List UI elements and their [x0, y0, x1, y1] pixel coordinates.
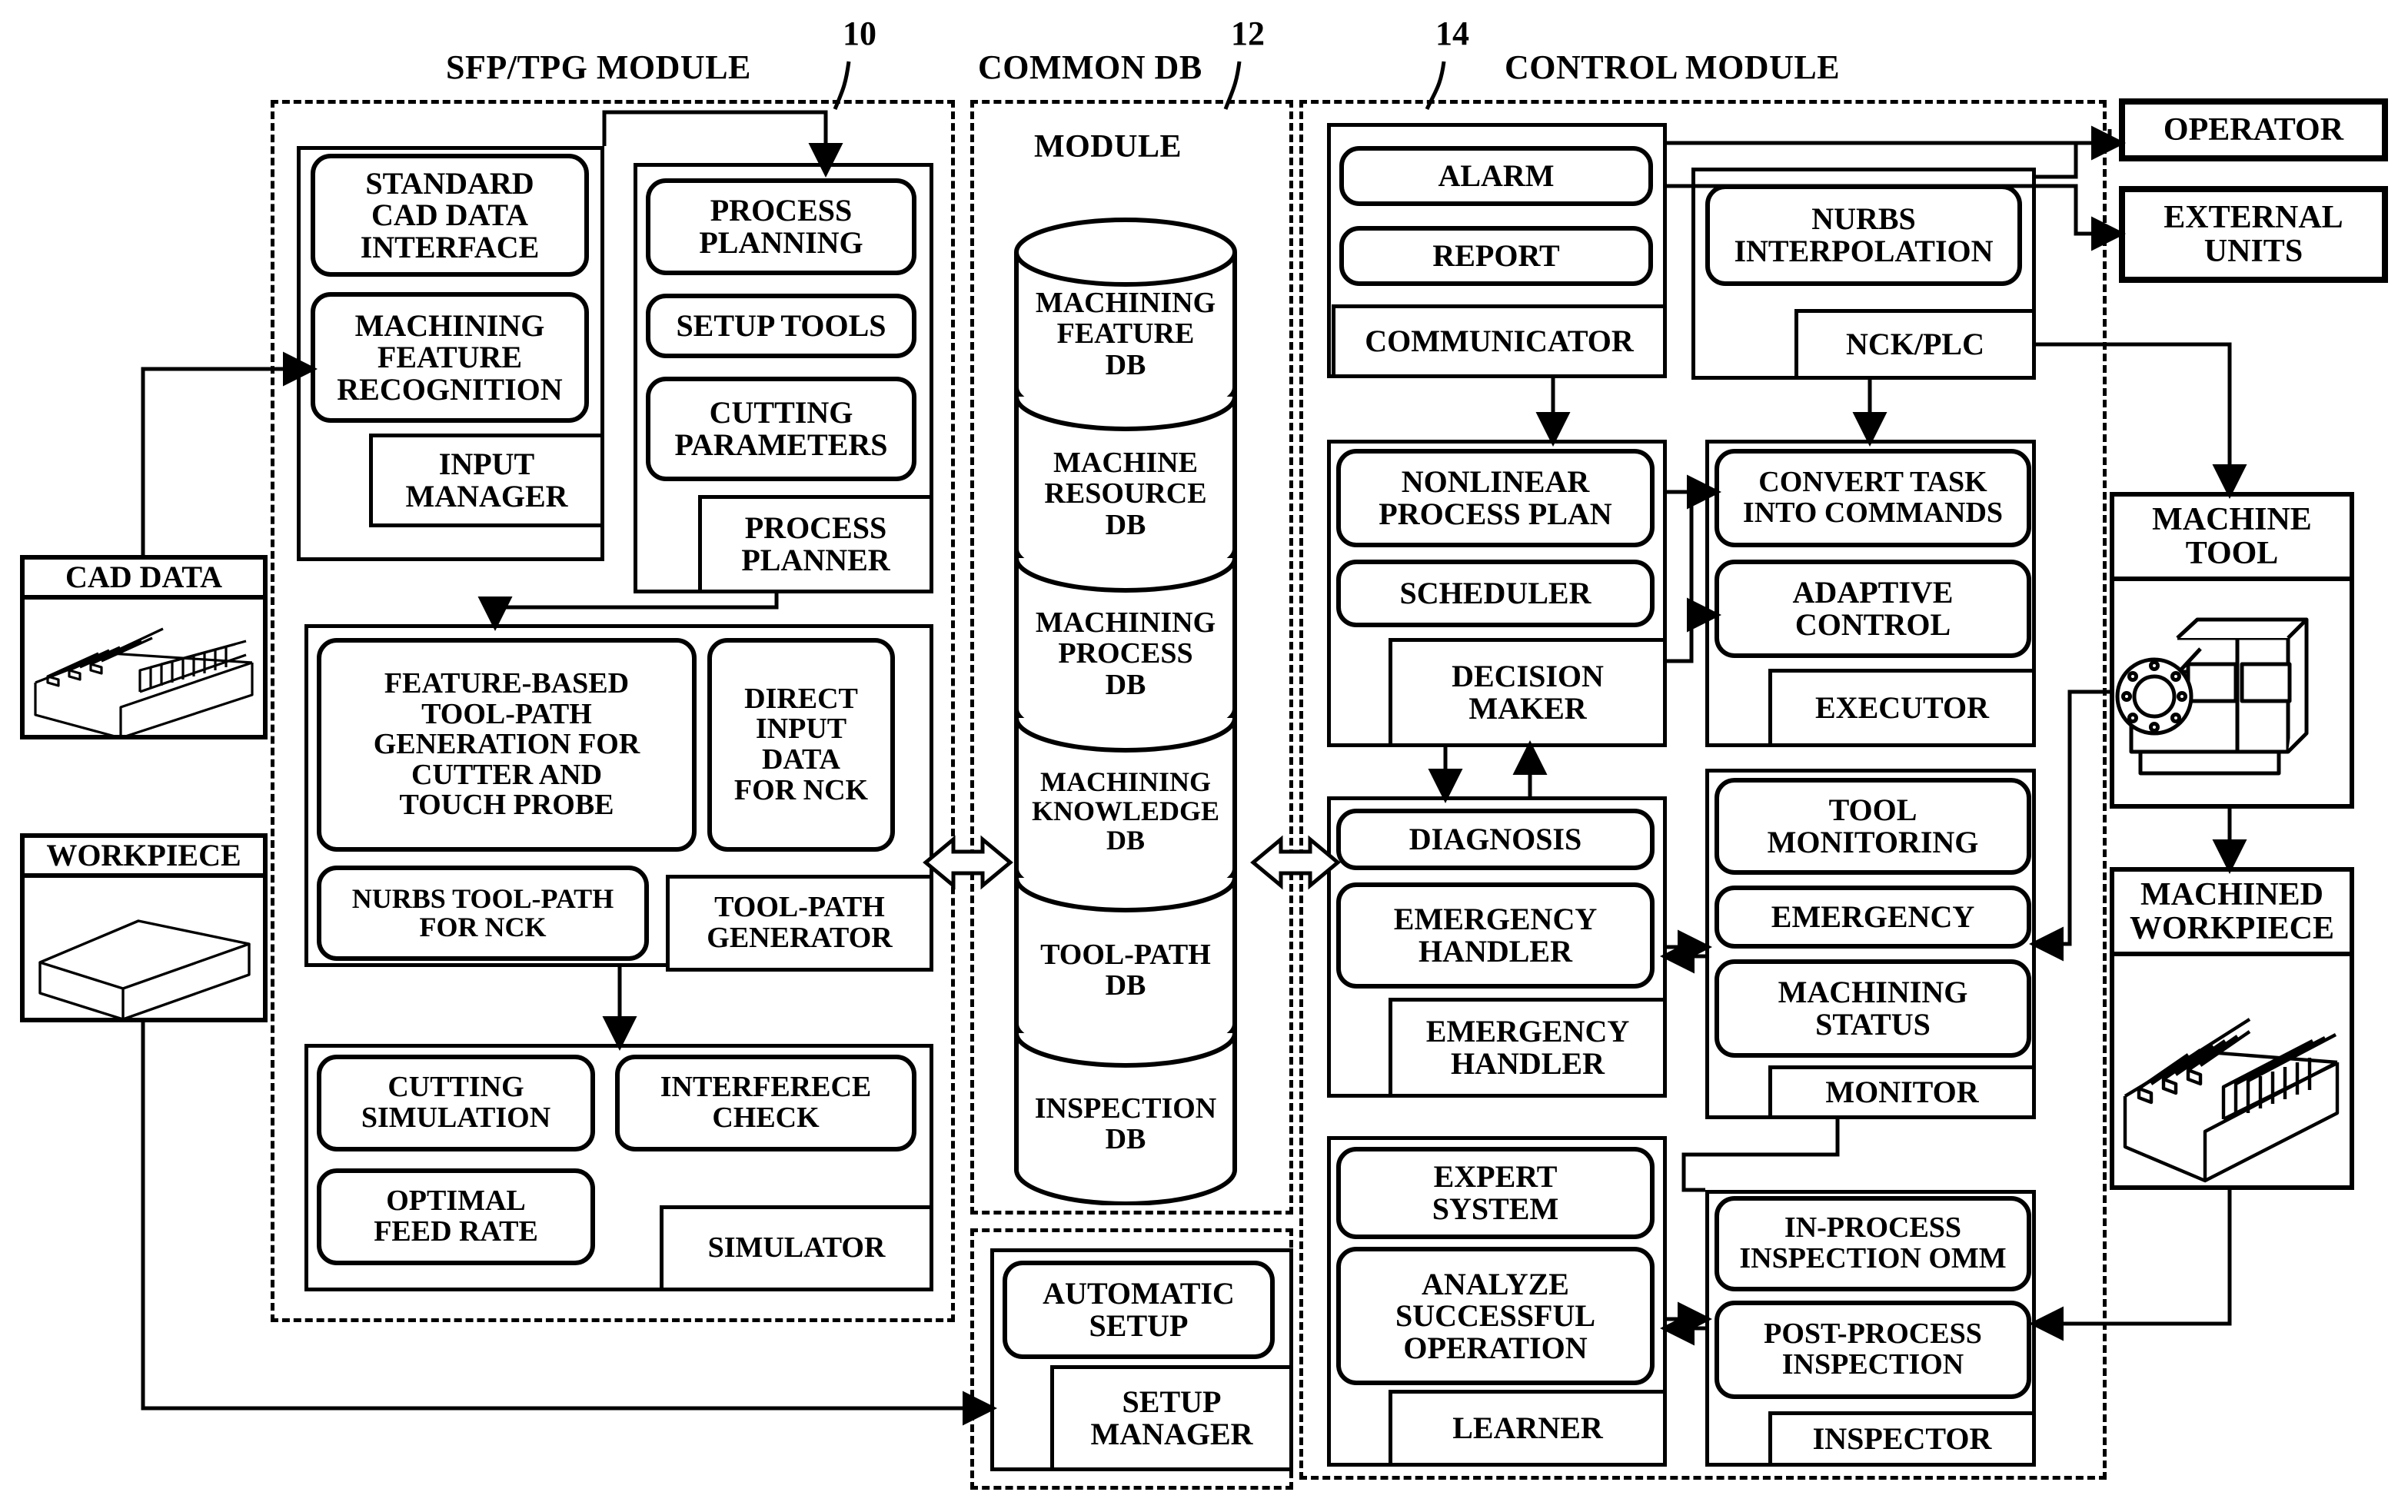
convert-task-into-commands-box[interactable]: CONVERT TASK INTO COMMANDS — [1715, 449, 2031, 547]
db-segment-label: INSPECTION DB — [1034, 1092, 1217, 1156]
nonlinear-process-plan-box[interactable]: NONLINEAR PROCESS PLAN — [1336, 449, 1655, 547]
slotted-block-icon — [2123, 1018, 2340, 1183]
optimal-feed-rate-box[interactable]: OPTIMAL FEED RATE — [317, 1168, 595, 1265]
cad-data-label: CAD DATA — [25, 560, 263, 600]
monitor-box[interactable]: MONITOR — [1768, 1065, 2036, 1119]
expert-system-box[interactable]: EXPERT SYSTEM — [1336, 1147, 1655, 1239]
cad-data-box: CAD DATA — [20, 555, 268, 739]
machining-feature-recognition-box[interactable]: MACHINING FEATURE RECOGNITION — [311, 292, 589, 423]
cutting-simulation-box[interactable]: CUTTING SIMULATION — [317, 1055, 595, 1151]
common-db-title: COMMON DB — [978, 48, 1202, 86]
external-units-box[interactable]: EXTERNAL UNITS — [2119, 186, 2388, 283]
cutting-parameters-box[interactable]: CUTTING PARAMETERS — [646, 377, 916, 481]
learner-box[interactable]: LEARNER — [1389, 1390, 1667, 1467]
report-box[interactable]: REPORT — [1339, 226, 1653, 286]
db-segment-label: MACHINE RESOURCE DB — [1044, 447, 1207, 541]
nurbs-tool-path-for-nck-box[interactable]: NURBS TOOL-PATH FOR NCK — [317, 866, 649, 961]
adaptive-control-box[interactable]: ADAPTIVE CONTROL — [1715, 560, 2031, 658]
automatic-setup-box[interactable]: AUTOMATIC SETUP — [1003, 1261, 1275, 1359]
feature-based-tool-path-generation-box[interactable]: FEATURE-BASED TOOL-PATH GENERATION FOR C… — [317, 638, 697, 852]
setup-tools-box[interactable]: SETUP TOOLS — [646, 294, 916, 358]
plain-block-icon — [38, 919, 251, 1021]
direct-input-data-for-nck-box[interactable]: DIRECT INPUT DATA FOR NCK — [707, 638, 895, 852]
machine-tool-illustration — [2114, 581, 2350, 809]
nck-plc-box[interactable]: NCK/PLC — [1794, 309, 2036, 380]
emergency-handler-label-box[interactable]: EMERGENCY HANDLER — [1389, 998, 1667, 1098]
process-planner-box[interactable]: PROCESS PLANNER — [698, 495, 933, 593]
control-module-title: CONTROL MODULE — [1505, 48, 1841, 86]
patent-diagram: SFP/TPG MODULE 10 COMMON DB 12 CONTROL M… — [0, 0, 2408, 1512]
tool-path-generator-box[interactable]: TOOL-PATH GENERATOR — [666, 875, 933, 972]
workpiece-label: WORKPIECE — [25, 838, 263, 878]
communicator-box[interactable]: COMMUNICATOR — [1332, 304, 1667, 378]
db-segment-label: MACHINING FEATURE DB — [1035, 287, 1216, 381]
ref-tag-12: 12 — [1231, 15, 1265, 52]
decision-maker-box[interactable]: DECISION MAKER — [1389, 638, 1667, 747]
db-segment-label: TOOL-PATH DB — [1040, 939, 1211, 1002]
emergency-box[interactable]: EMERGENCY — [1715, 886, 2031, 949]
analyze-successful-operation-box[interactable]: ANALYZE SUCCESSFUL OPERATION — [1336, 1247, 1655, 1385]
ref-tag-10: 10 — [843, 15, 876, 52]
alarm-box[interactable]: ALARM — [1339, 146, 1653, 206]
inspector-box[interactable]: INSPECTOR — [1768, 1411, 2036, 1467]
slotted-block-icon — [34, 627, 254, 739]
simulator-box[interactable]: SIMULATOR — [660, 1205, 933, 1291]
machining-status-box[interactable]: MACHINING STATUS — [1715, 959, 2031, 1058]
diagnosis-box[interactable]: DIAGNOSIS — [1336, 809, 1655, 870]
interference-check-box[interactable]: INTERFERECE CHECK — [615, 1055, 916, 1151]
db-segment-label: MACHINING PROCESS DB — [1035, 606, 1216, 701]
common-db-cylinder-stack: MACHINING FEATURE DB MACHINE RESOURCE DB… — [1013, 217, 1238, 1206]
workpiece-illustration — [25, 878, 263, 1022]
emergency-handler-box[interactable]: EMERGENCY HANDLER — [1336, 882, 1655, 989]
executor-box[interactable]: EXECUTOR — [1768, 669, 2036, 747]
nurbs-interpolation-box[interactable]: NURBS INTERPOLATION — [1705, 184, 2022, 286]
cnc-machine-icon — [2115, 617, 2309, 776]
workpiece-box: WORKPIECE — [20, 833, 268, 1022]
cad-data-illustration — [25, 600, 263, 739]
in-process-inspection-box[interactable]: IN-PROCESS INSPECTION OMM — [1715, 1196, 2031, 1291]
db-segment-label: MACHINING KNOWLEDGE DB — [1031, 766, 1220, 856]
standard-cad-data-interface-box[interactable]: STANDARD CAD DATA INTERFACE — [311, 154, 589, 277]
machine-tool-box: MACHINE TOOL — [2110, 492, 2354, 809]
scheduler-box[interactable]: SCHEDULER — [1336, 560, 1655, 627]
common-db-module-label: MODULE — [1034, 129, 1182, 164]
machined-workpiece-box: MACHINED WORKPIECE — [2110, 867, 2354, 1190]
sfp-module-title: SFP/TPG MODULE — [446, 48, 751, 86]
operator-box[interactable]: OPERATOR — [2119, 98, 2388, 161]
process-planning-box[interactable]: PROCESS PLANNING — [646, 178, 916, 275]
machined-workpiece-illustration — [2114, 956, 2350, 1190]
input-manager-box[interactable]: INPUT MANAGER — [369, 434, 604, 527]
tool-monitoring-box[interactable]: TOOL MONITORING — [1715, 778, 2031, 875]
machined-workpiece-label: MACHINED WORKPIECE — [2114, 872, 2350, 956]
machine-tool-label: MACHINE TOOL — [2114, 497, 2350, 581]
post-process-inspection-box[interactable]: POST-PROCESS INSPECTION — [1715, 1301, 2031, 1399]
ref-tag-14: 14 — [1435, 15, 1469, 52]
setup-manager-box[interactable]: SETUP MANAGER — [1050, 1365, 1293, 1471]
